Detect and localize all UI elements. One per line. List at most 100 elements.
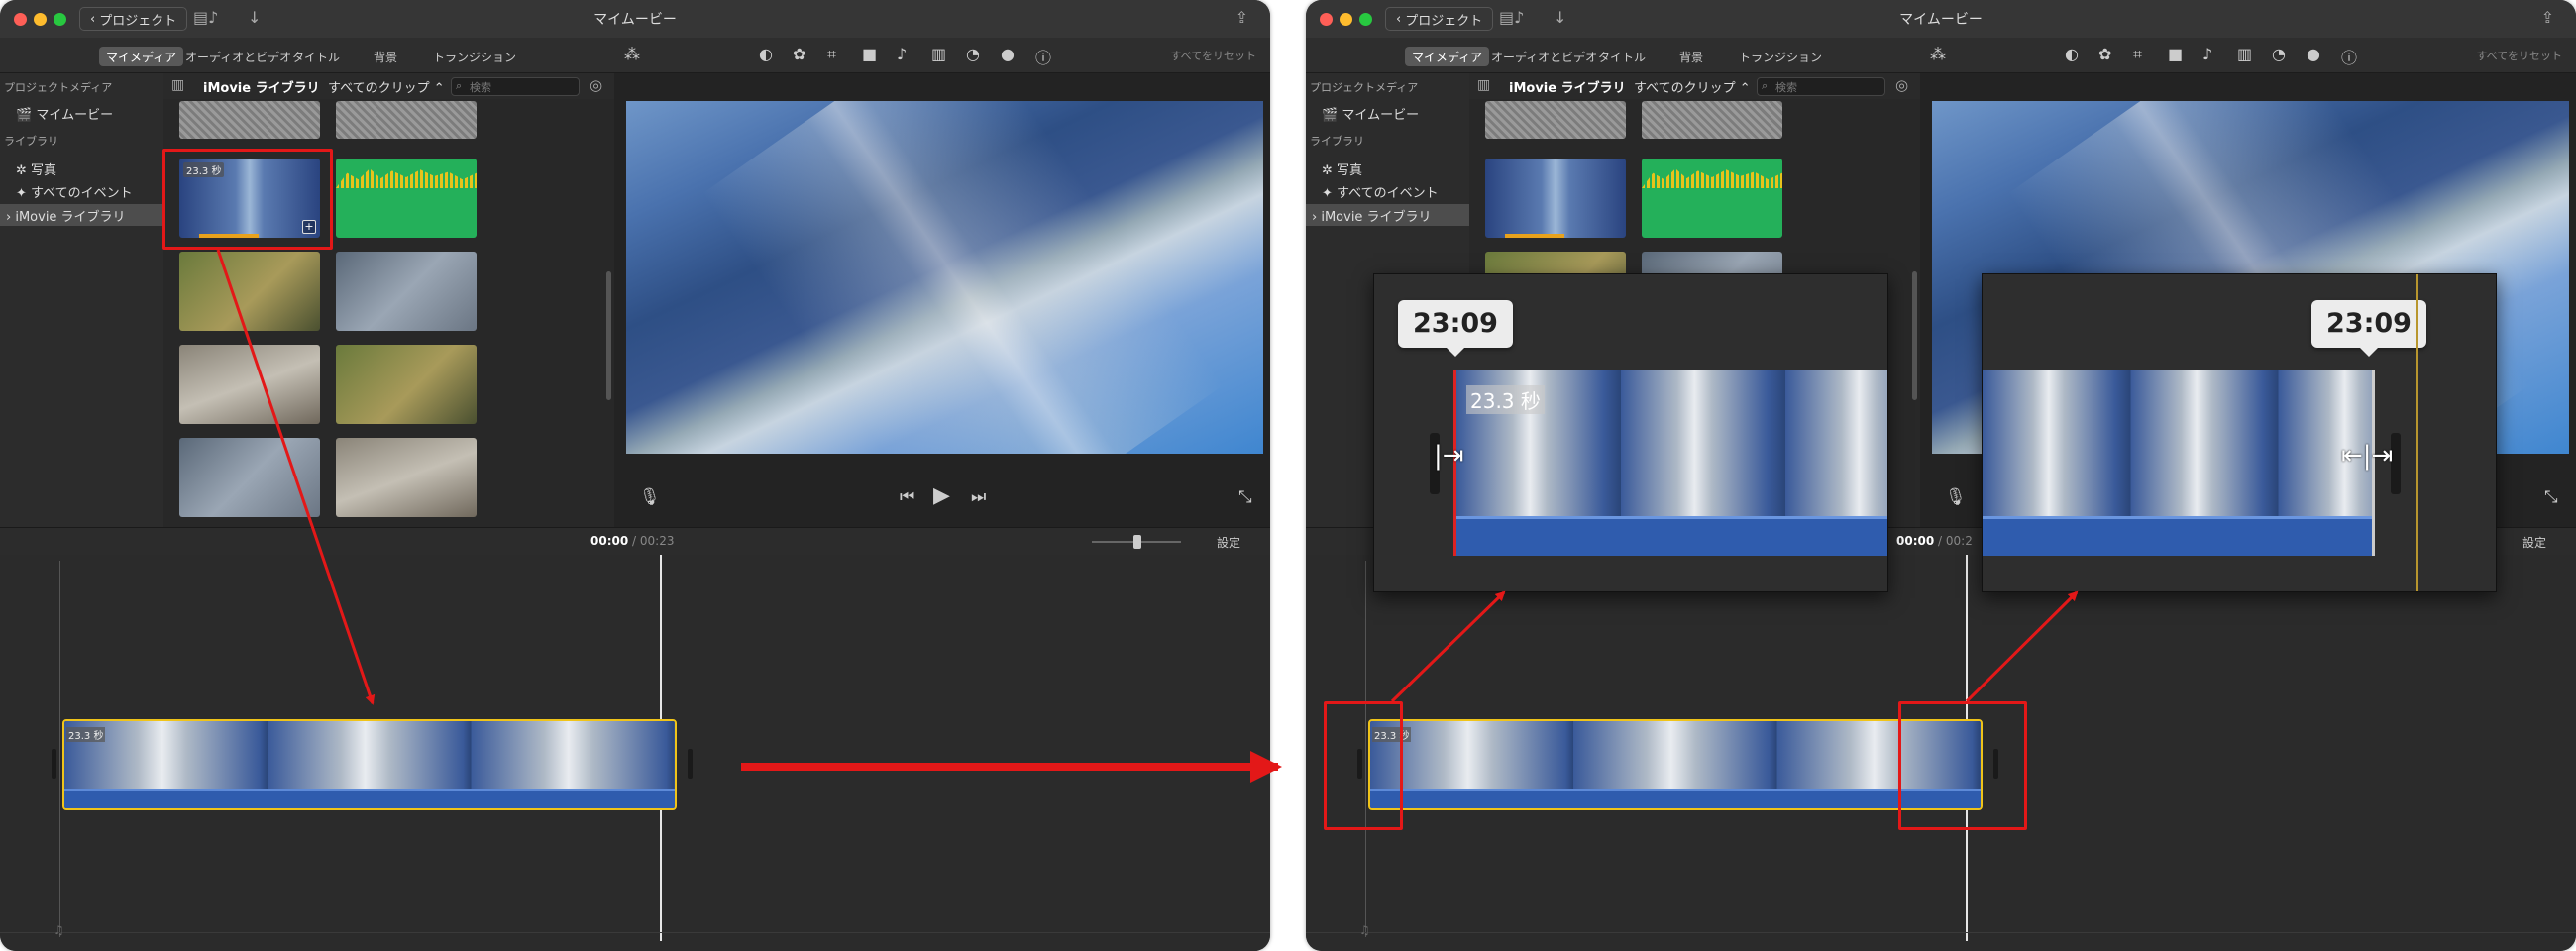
microphone-icon[interactable]: 🎙: [1945, 487, 1967, 507]
speed-icon[interactable]: ◔: [2272, 45, 2286, 63]
magic-wand-icon[interactable]: ⁂: [1930, 45, 1946, 63]
crop-icon[interactable]: ⌗: [827, 45, 836, 64]
stabilization-icon[interactable]: ■: [862, 45, 877, 63]
clip-trim-handle-left[interactable]: [52, 749, 56, 779]
filter-settings-icon[interactable]: ◎: [590, 76, 602, 94]
clips-filter-select[interactable]: すべてのクリップ ⌃: [1634, 77, 1751, 96]
sidebar-item-photos[interactable]: ✲ 写真: [1322, 159, 1362, 178]
clip-audio-waveform: [1370, 789, 1981, 808]
clip-thumbnail[interactable]: [1642, 101, 1782, 139]
tab-titles[interactable]: タイトル: [285, 47, 347, 66]
sidebar-item-imovie-library[interactable]: › iMovie ライブラリ: [1312, 206, 1432, 225]
color-balance-icon[interactable]: ◐: [2065, 45, 2079, 63]
timecode: 00:00 / 00:23: [590, 534, 675, 548]
microphone-icon[interactable]: 🎙: [639, 487, 661, 507]
color-correction-icon[interactable]: ✿: [793, 45, 805, 63]
timeline-clip[interactable]: 23.3 秒: [1368, 719, 1983, 810]
filter-icon[interactable]: ●: [2307, 45, 2320, 63]
color-correction-icon[interactable]: ✿: [2098, 45, 2111, 63]
title-bar: ‹ プロジェクト ▤♪ ↓ マイムービー ⇪: [0, 0, 1270, 38]
sidebar-item-my-movie[interactable]: 🎬 マイムービー: [16, 104, 113, 123]
crop-icon[interactable]: ⌗: [2133, 45, 2142, 64]
info-icon[interactable]: ⓘ: [1035, 45, 1051, 68]
music-note-icon: ♫: [1359, 923, 1370, 937]
speed-icon[interactable]: ◔: [966, 45, 980, 63]
reset-all-button[interactable]: すべてをリセット: [2476, 48, 2562, 63]
clip-thumbnail[interactable]: [1485, 101, 1626, 139]
trim-time-tooltip: 23:09: [2311, 300, 2426, 357]
search-input[interactable]: ⌕ 検索: [451, 77, 580, 96]
sidebar-item-all-events[interactable]: ✦ すべてのイベント: [16, 182, 133, 201]
fullscreen-icon[interactable]: ⤡: [1238, 487, 1252, 507]
clip-thumbnail[interactable]: [1485, 158, 1626, 238]
clip-trim-handle-right[interactable]: [688, 749, 693, 779]
clip-thumbnail[interactable]: [336, 252, 477, 331]
tab-backgrounds[interactable]: 背景: [367, 47, 404, 66]
tab-my-media[interactable]: マイメディア: [1405, 47, 1490, 66]
clip-video-filmstrip: [64, 721, 675, 792]
settings-button[interactable]: 設定: [2522, 534, 2546, 551]
equalizer-icon[interactable]: ▥: [931, 45, 946, 63]
filter-settings-icon[interactable]: ◎: [1895, 76, 1908, 94]
trim-cursor-icon: |⇥: [1434, 441, 1464, 471]
volume-icon[interactable]: ♪: [2202, 45, 2212, 63]
zoom-callout-clip-end: 23:09 ⇤|⇥: [1982, 273, 2497, 592]
viewer: 🎙 ⏮ ▶ ⏭ ⤡: [614, 73, 1270, 527]
zoom-slider-knob[interactable]: [1133, 535, 1141, 549]
stabilization-icon[interactable]: ■: [2168, 45, 2183, 63]
search-input[interactable]: ⌕ 検索: [1757, 77, 1885, 96]
tab-backgrounds[interactable]: 背景: [1672, 47, 1710, 66]
clip-thumbnail[interactable]: [179, 252, 320, 331]
tab-transitions[interactable]: トランジション: [1732, 47, 1829, 66]
clip-thumbnail[interactable]: [179, 101, 320, 139]
tab-audio-video[interactable]: オーディオとビデオ: [178, 47, 298, 66]
timeline[interactable]: 23.3 秒 ♫: [0, 555, 1270, 951]
tab-transitions[interactable]: トランジション: [426, 47, 523, 66]
clip-thumbnail[interactable]: [336, 101, 477, 139]
tab-audio-video[interactable]: オーディオとビデオ: [1484, 47, 1604, 66]
browser-scrollbar[interactable]: [1912, 271, 1917, 400]
audio-clip-thumbnail[interactable]: [336, 158, 477, 238]
share-icon[interactable]: ⇪: [1235, 8, 1248, 27]
star-icon: ✦: [1322, 186, 1338, 201]
browser-header: ▥ iMovie ライブラリ すべてのクリップ ⌃ ⌕ 検索 ◎: [163, 73, 614, 99]
skip-back-icon[interactable]: ⏮: [900, 487, 914, 507]
settings-button[interactable]: 設定: [1217, 534, 1240, 551]
tab-my-media[interactable]: マイメディア: [99, 47, 184, 66]
reset-all-button[interactable]: すべてをリセット: [1170, 48, 1256, 63]
sidebar-item-my-movie[interactable]: 🎬 マイムービー: [1322, 104, 1419, 123]
clips-filter-select[interactable]: すべてのクリップ ⌃: [328, 77, 445, 96]
clip-thumbnail[interactable]: [336, 438, 477, 517]
info-icon[interactable]: ⓘ: [2341, 45, 2357, 68]
highlight-clip-end: [1898, 701, 2027, 830]
audio-clip-thumbnail[interactable]: [1642, 158, 1782, 238]
zoom-slider[interactable]: [1092, 535, 1181, 549]
title-bar: ‹ プロジェクト ▤♪ ↓ マイムービー ⇪: [1306, 0, 2576, 38]
clip-thumbnail[interactable]: [336, 345, 477, 424]
zoomed-clip-end: [1983, 370, 2375, 556]
share-icon[interactable]: ⇪: [2541, 8, 2554, 27]
clip-video-filmstrip: [1370, 721, 1981, 792]
imovie-window-after: ‹ プロジェクト ▤♪ ↓ マイムービー ⇪ マイメディア オーディオとビデオ タ…: [1306, 0, 2576, 951]
fullscreen-icon[interactable]: ⤡: [2544, 487, 2558, 507]
library-heading: ライブラリ: [1310, 135, 1364, 148]
clip-thumbnail[interactable]: [179, 345, 320, 424]
play-icon[interactable]: ▶: [933, 483, 950, 508]
filter-icon[interactable]: ●: [1001, 45, 1015, 63]
sidebar-toggle-icon[interactable]: ▥: [171, 77, 184, 93]
tab-titles[interactable]: タイトル: [1591, 47, 1653, 66]
equalizer-icon[interactable]: ▥: [2237, 45, 2252, 63]
sidebar-item-imovie-library[interactable]: › iMovie ライブラリ: [6, 206, 126, 225]
browser-scrollbar[interactable]: [606, 271, 611, 400]
magic-wand-icon[interactable]: ⁂: [624, 45, 640, 63]
timeline-clip[interactable]: 23.3 秒: [62, 719, 677, 810]
color-balance-icon[interactable]: ◐: [759, 45, 773, 63]
clip-thumbnail[interactable]: [179, 438, 320, 517]
audio-waveform: [336, 168, 477, 188]
audio-waveform: [1642, 168, 1782, 188]
sidebar-item-all-events[interactable]: ✦ すべてのイベント: [1322, 182, 1439, 201]
sidebar-item-photos[interactable]: ✲ 写真: [16, 159, 56, 178]
volume-icon[interactable]: ♪: [897, 45, 907, 63]
sidebar-toggle-icon[interactable]: ▥: [1477, 77, 1490, 93]
skip-forward-icon[interactable]: ⏭: [971, 487, 986, 507]
